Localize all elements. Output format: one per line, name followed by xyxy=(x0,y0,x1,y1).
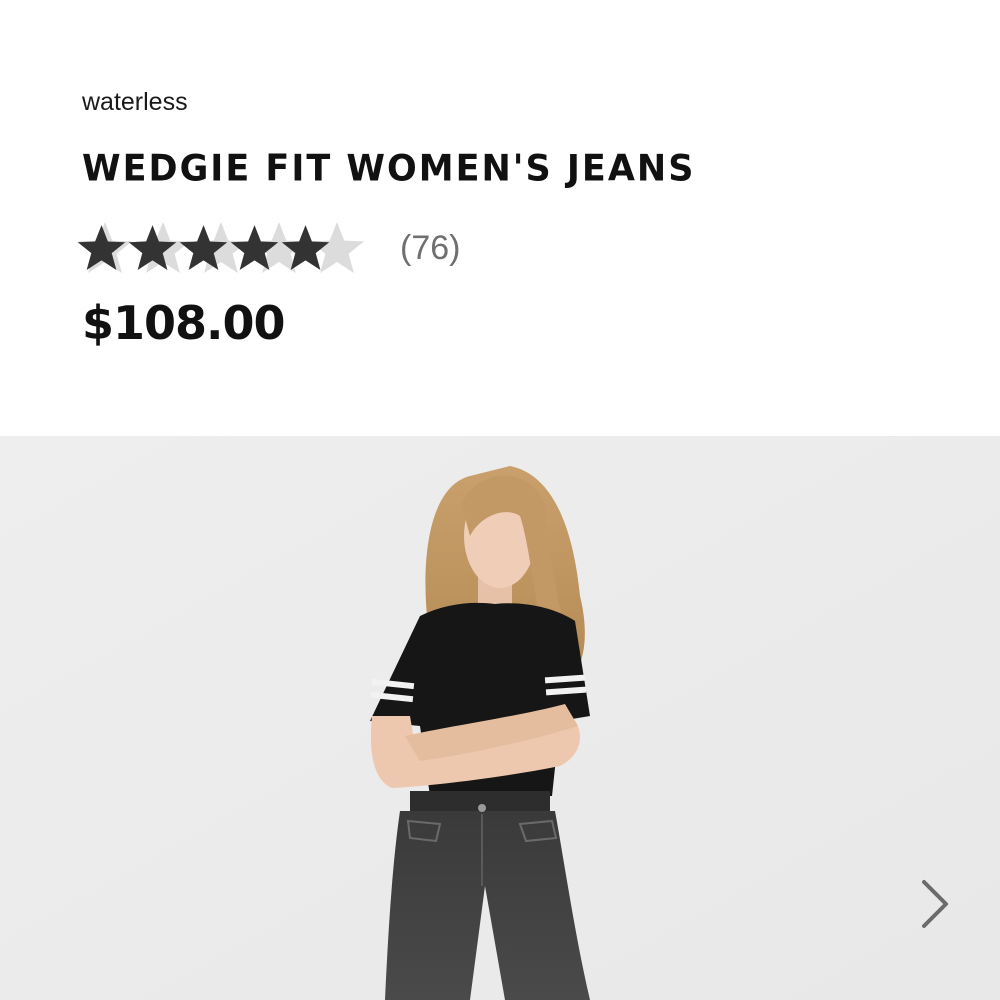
star-rating[interactable] xyxy=(76,219,366,277)
product-title: WEDGIE FIT WOMEN'S JEANS xyxy=(82,148,696,190)
product-photo xyxy=(0,436,1000,1000)
rating-row[interactable]: (76) xyxy=(76,218,942,278)
product-image-gallery[interactable] xyxy=(0,436,1000,1000)
chevron-right-icon xyxy=(922,880,948,928)
star-icon xyxy=(230,225,279,270)
previous-content-fragment xyxy=(0,0,1000,8)
review-count[interactable]: (76) xyxy=(400,228,460,268)
star-icon xyxy=(128,225,177,270)
product-collection: waterless xyxy=(82,88,188,116)
star-icon xyxy=(179,225,228,270)
star-rating-filled xyxy=(76,219,331,277)
product-info: waterless WEDGIE FIT WOMEN'S JEANS (76) … xyxy=(77,86,942,350)
product-price: $108.00 xyxy=(82,296,286,350)
next-image-button[interactable] xyxy=(916,876,956,932)
star-icon xyxy=(281,225,330,270)
star-icon xyxy=(77,225,126,270)
product-page: waterless WEDGIE FIT WOMEN'S JEANS (76) … xyxy=(0,0,1000,1000)
